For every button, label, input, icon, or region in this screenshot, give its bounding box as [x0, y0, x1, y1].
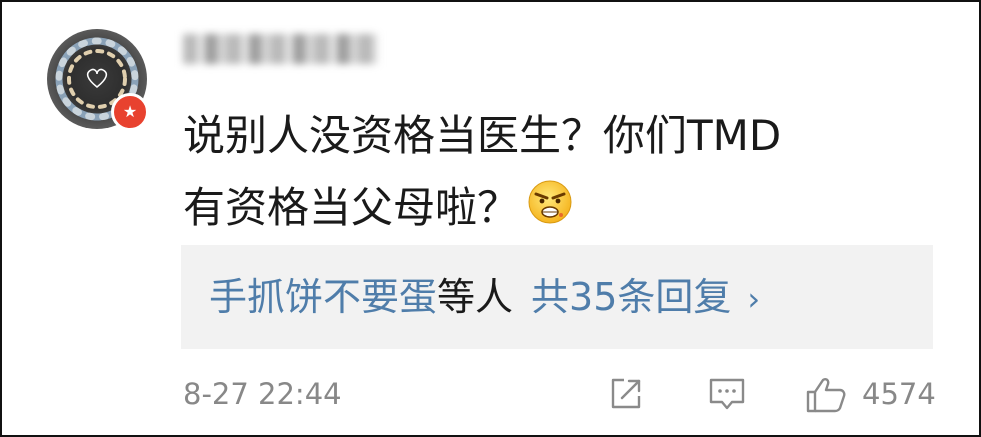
thumbs-up-icon[interactable] — [805, 376, 847, 418]
like-count: 4574 — [862, 377, 936, 411]
comment-card: ★ 说别人没资格当医生？你们TMD 有资格当父母啦？ 手抓饼不要蛋等人 共35条… — [0, 0, 981, 437]
comment-line-1: 说别人没资格当医生？你们TMD — [183, 111, 782, 160]
replies-preview[interactable]: 手抓饼不要蛋等人 共35条回复 › — [181, 245, 933, 349]
reply-user-link[interactable]: 手抓饼不要蛋 — [209, 275, 437, 319]
chevron-right-icon: › — [747, 280, 761, 318]
replies-summary[interactable]: 手抓饼不要蛋等人 共35条回复 › — [209, 245, 760, 349]
reply-suffix: 等人 — [437, 275, 514, 319]
comment-body: 说别人没资格当医生？你们TMD 有资格当父母啦？ — [183, 100, 943, 247]
comment-footer: 8-27 22:44 4574 — [2, 364, 981, 424]
username[interactable] — [183, 32, 383, 70]
verified-star-badge-icon: ★ — [111, 93, 149, 131]
comment-line-2: 有资格当父母啦？ — [183, 172, 943, 247]
share-icon[interactable] — [608, 376, 644, 416]
comment-icon[interactable] — [708, 376, 746, 416]
angry-face-icon — [527, 175, 573, 247]
timestamp: 8-27 22:44 — [183, 377, 342, 411]
comment-line-2-text: 有资格当父母啦？ — [183, 183, 520, 232]
reply-count-link[interactable]: 共35条回复 — [531, 275, 731, 319]
avatar[interactable]: ★ — [47, 29, 151, 133]
